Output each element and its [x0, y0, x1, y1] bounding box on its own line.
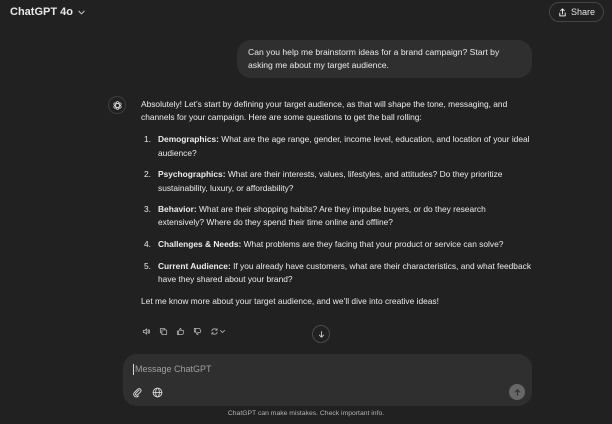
chevron-down-icon: [220, 330, 225, 333]
assistant-intro: Absolutely! Let’s start by defining your…: [141, 99, 508, 123]
list-item-text: What problems are they facing that your …: [241, 239, 504, 250]
thumbs-up-icon: [176, 327, 185, 336]
message-placeholder: Message ChatGPT: [135, 364, 212, 374]
globe-icon: [152, 387, 163, 398]
list-item: 4. Challenges & Needs: What problems are…: [141, 238, 533, 251]
web-search-button[interactable]: [150, 385, 165, 400]
assistant-message: Absolutely! Let’s start by defining your…: [141, 98, 533, 308]
copy-icon: [159, 327, 168, 336]
attach-button[interactable]: [130, 385, 145, 400]
read-aloud-button[interactable]: [140, 325, 153, 338]
arrow-up-icon: [514, 388, 520, 396]
send-button[interactable]: [509, 384, 525, 400]
user-message: Can you help me brainstorm ideas for a b…: [237, 40, 532, 78]
text-caret: [133, 363, 134, 375]
message-input[interactable]: Message ChatGPT: [133, 362, 513, 376]
list-item-title: Psychographics:: [158, 169, 226, 180]
list-number: 2.: [144, 169, 151, 180]
list-number: 5.: [144, 260, 151, 271]
arrow-down-icon: [318, 330, 324, 338]
list-number: 1.: [144, 134, 151, 145]
thumbs-down-icon: [193, 327, 202, 336]
list-item-title: Current Audience:: [158, 260, 231, 271]
share-button[interactable]: Share: [548, 2, 604, 22]
list-item: 1. Demographics: What are the age range,…: [141, 133, 533, 159]
list-item-title: Demographics:: [158, 134, 219, 145]
chevron-down-icon: [78, 10, 85, 14]
assistant-outro: Let me know more about your target audie…: [141, 295, 439, 306]
list-number: 4.: [144, 239, 151, 250]
paperclip-icon: [133, 388, 142, 398]
regenerate-icon: [211, 328, 218, 335]
scroll-to-bottom-button[interactable]: [312, 325, 330, 343]
thumbs-up-button[interactable]: [174, 325, 187, 338]
model-name: ChatGPT 4o: [10, 6, 73, 18]
top-bar: ChatGPT 4o Share: [0, 0, 612, 24]
message-composer: Message ChatGPT: [123, 354, 532, 406]
regenerate-button[interactable]: [208, 325, 228, 338]
question-list: 1. Demographics: What are the age range,…: [141, 133, 533, 286]
list-item: 5. Current Audience: If you already have…: [141, 260, 533, 286]
list-item: 2. Psychographics: What are their intere…: [141, 168, 533, 194]
list-number: 3.: [144, 204, 151, 215]
list-item: 3. Behavior: What are their shopping hab…: [141, 203, 533, 229]
share-icon: [559, 7, 566, 16]
copy-button[interactable]: [157, 325, 170, 338]
speaker-icon: [142, 328, 150, 335]
list-item-title: Behavior:: [158, 204, 197, 215]
list-item-title: Challenges & Needs:: [158, 239, 242, 250]
model-selector[interactable]: ChatGPT 4o: [10, 6, 86, 18]
openai-logo-icon: [112, 100, 122, 110]
disclaimer-text: ChatGPT can make mistakes. Check importa…: [227, 410, 385, 417]
share-label: Share: [570, 7, 595, 17]
chat-app: ChatGPT 4o Share Can you help me brainst…: [0, 0, 612, 424]
message-actions: [140, 325, 228, 338]
assistant-avatar: [108, 96, 126, 114]
list-item-text: What are their shopping habits? Are they…: [158, 204, 486, 228]
thumbs-down-button[interactable]: [191, 325, 204, 338]
